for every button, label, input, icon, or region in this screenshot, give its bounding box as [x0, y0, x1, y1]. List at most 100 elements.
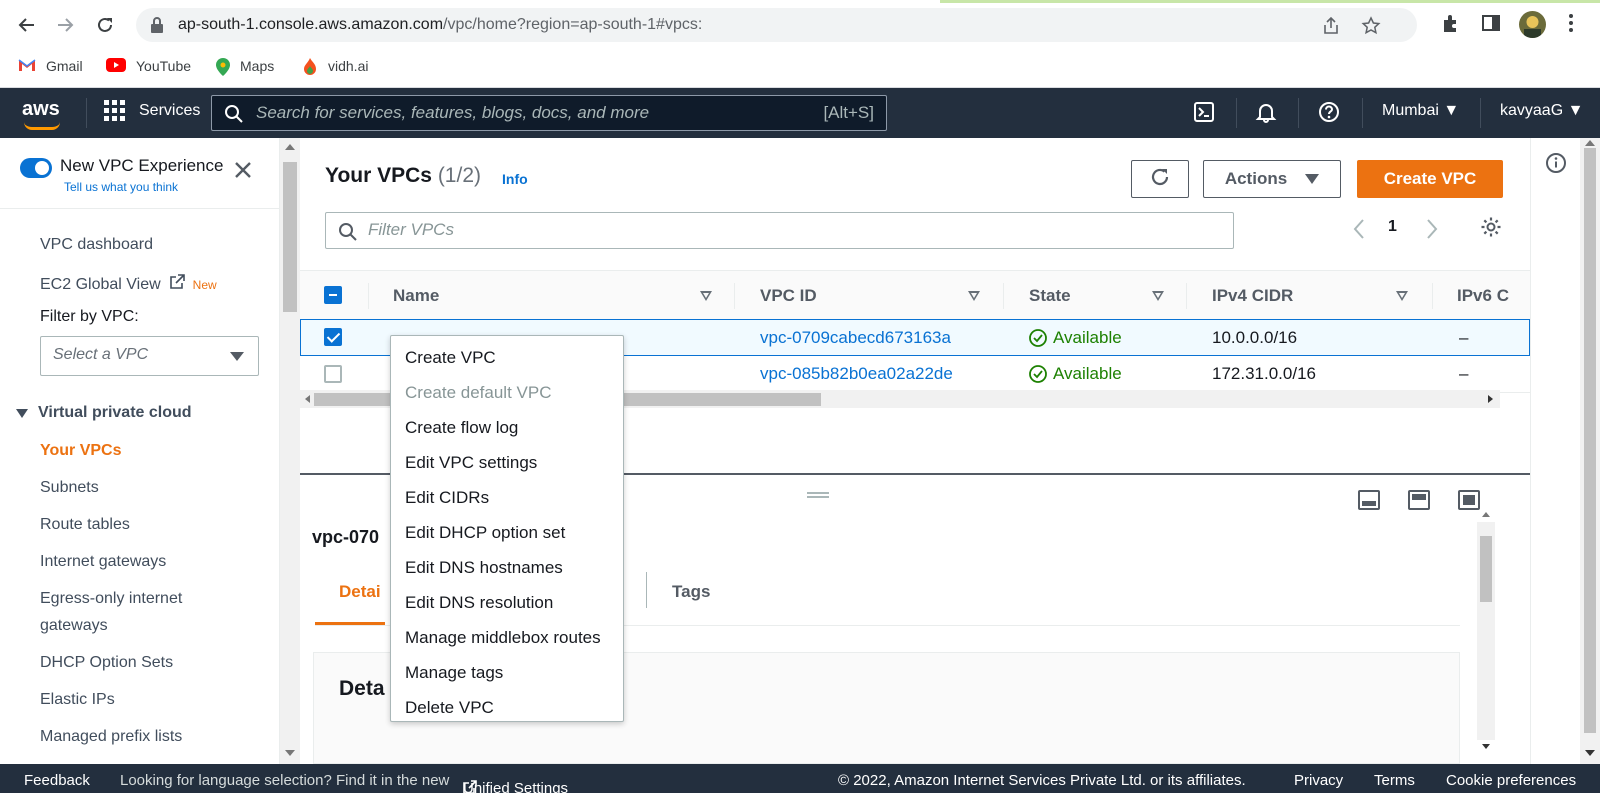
column-divider[interactable] [1432, 283, 1433, 309]
bookmark-maps[interactable]: Maps [216, 58, 274, 76]
sidebar-item-your-vpcs[interactable]: Your VPCs [40, 442, 122, 460]
column-header-name[interactable]: Name [393, 286, 439, 306]
feedback-link[interactable]: Tell us what you think [64, 180, 178, 194]
bookmark-star-icon[interactable] [1361, 16, 1381, 36]
row-checkbox[interactable] [324, 365, 342, 383]
vpc-id-link[interactable]: vpc-0709cabecd673163a [760, 328, 951, 348]
side-panel-icon[interactable] [1480, 12, 1504, 36]
close-icon[interactable] [233, 160, 253, 180]
scrollbar-thumb[interactable] [1584, 148, 1596, 733]
cookie-preferences-link[interactable]: Cookie preferences [1446, 772, 1576, 789]
menu-item-delete-vpc[interactable]: Delete VPC [391, 692, 623, 727]
refresh-button[interactable] [1131, 160, 1189, 198]
scroll-up-arrow-icon[interactable] [1585, 140, 1595, 146]
global-search[interactable]: [Alt+S] [211, 95, 887, 131]
menu-item-edit-cidrs[interactable]: Edit CIDRs [391, 482, 623, 517]
filter-vpcs-input[interactable] [368, 220, 968, 240]
column-divider[interactable] [1186, 283, 1187, 309]
menu-item-manage-middlebox-routes[interactable]: Manage middlebox routes [391, 622, 623, 657]
scroll-left-arrow-icon[interactable] [305, 395, 310, 403]
vpc-id-link[interactable]: vpc-085b82b0ea02a22de [760, 364, 953, 384]
new-vpc-experience-toggle[interactable] [20, 158, 52, 178]
sidebar-item-vpc-dashboard[interactable]: VPC dashboard [40, 236, 153, 254]
sidebar-item-ec2-global-view[interactable]: EC2 Global View New [40, 274, 217, 295]
column-header-ipv4-cidr[interactable]: IPv4 CIDR [1212, 286, 1293, 306]
sort-icon[interactable] [1396, 291, 1408, 301]
details-scrollbar[interactable] [1477, 512, 1495, 749]
scroll-down-arrow-icon[interactable] [1585, 750, 1595, 756]
scroll-down-arrow-icon[interactable] [285, 750, 295, 756]
global-search-input[interactable] [256, 102, 796, 124]
address-bar[interactable]: ap-south-1.console.aws.amazon.com/vpc/ho… [136, 8, 1417, 42]
extensions-puzzle-icon[interactable] [1440, 12, 1464, 36]
column-header-vpc-id[interactable]: VPC ID [760, 286, 817, 306]
panel-bottom-layout-icon[interactable] [1358, 490, 1380, 510]
info-link[interactable]: Info [502, 171, 528, 187]
prev-page-icon[interactable] [1352, 218, 1366, 245]
lock-icon[interactable] [150, 17, 164, 38]
sort-icon[interactable] [1152, 291, 1164, 301]
column-divider[interactable] [1003, 283, 1004, 309]
column-divider[interactable] [734, 283, 735, 309]
bookmark-vidhai[interactable]: vidh.ai [302, 58, 368, 75]
forward-arrow-icon[interactable] [52, 12, 78, 38]
sidebar-item-internet-gateways[interactable]: Internet gateways [40, 553, 166, 571]
region-selector[interactable]: Mumbai ▼ [1382, 102, 1459, 120]
page-number[interactable]: 1 [1388, 218, 1397, 236]
menu-kebab-icon[interactable] [1560, 12, 1584, 36]
sidebar-scrollbar[interactable] [280, 138, 300, 764]
row-checkbox[interactable] [324, 328, 342, 346]
scrollbar-thumb[interactable] [1480, 536, 1492, 602]
menu-item-edit-dhcp-option-set[interactable]: Edit DHCP option set [391, 517, 623, 552]
actions-button[interactable]: Actions [1203, 160, 1341, 198]
aws-logo[interactable]: aws [22, 98, 60, 130]
feedback-link[interactable]: Feedback [24, 772, 90, 789]
scrollbar-thumb[interactable] [283, 162, 297, 312]
scroll-right-arrow-icon[interactable] [1488, 395, 1493, 403]
column-header-state[interactable]: State [1029, 286, 1071, 306]
tab-details[interactable]: Detai [339, 582, 381, 602]
scroll-down-arrow-icon[interactable] [1482, 744, 1490, 749]
scroll-up-arrow-icon[interactable] [1482, 512, 1490, 517]
terms-link[interactable]: Terms [1374, 772, 1415, 789]
services-menu-button[interactable]: Services [104, 100, 200, 121]
sort-icon[interactable] [968, 291, 980, 301]
page-scrollbar[interactable] [1580, 138, 1600, 764]
select-all-checkbox[interactable] [324, 286, 342, 304]
menu-item-edit-dns-resolution[interactable]: Edit DNS resolution [391, 587, 623, 622]
info-circle-icon[interactable] [1545, 152, 1567, 179]
section-virtual-private-cloud[interactable]: Virtual private cloud [16, 404, 192, 422]
profile-avatar[interactable] [1519, 11, 1546, 38]
sort-icon[interactable] [700, 291, 712, 301]
sidebar-item-elastic-ips[interactable]: Elastic IPs [40, 691, 115, 709]
tab-tags[interactable]: Tags [672, 582, 710, 602]
menu-item-edit-dns-hostnames[interactable]: Edit DNS hostnames [391, 552, 623, 587]
url-text[interactable]: ap-south-1.console.aws.amazon.com/vpc/ho… [178, 16, 702, 34]
notifications-bell-icon[interactable] [1255, 101, 1279, 125]
column-header-ipv6-cidr[interactable]: IPv6 C [1457, 286, 1509, 306]
bookmark-gmail[interactable]: Gmail [18, 58, 83, 74]
table-settings-gear-icon[interactable] [1480, 216, 1502, 243]
sidebar-item-dhcp-option-sets[interactable]: DHCP Option Sets [40, 654, 173, 672]
sidebar-item-egress-only-gateways-line2[interactable]: gateways [40, 617, 108, 635]
panel-maximize-icon[interactable] [1458, 490, 1480, 510]
next-page-icon[interactable] [1425, 218, 1439, 245]
sidebar-item-egress-only-gateways[interactable]: Egress-only internet [40, 590, 182, 608]
bookmark-youtube[interactable]: YouTube [106, 58, 191, 74]
resize-grip-icon[interactable] [807, 492, 829, 498]
filter-vpcs[interactable] [325, 212, 1234, 249]
privacy-link[interactable]: Privacy [1294, 772, 1343, 789]
menu-item-create-flow-log[interactable]: Create flow log [391, 412, 623, 447]
scroll-up-arrow-icon[interactable] [285, 144, 295, 150]
panel-side-layout-icon[interactable] [1408, 490, 1430, 510]
reload-icon[interactable] [92, 12, 118, 38]
menu-item-edit-vpc-settings[interactable]: Edit VPC settings [391, 447, 623, 482]
sidebar-item-route-tables[interactable]: Route tables [40, 516, 130, 534]
help-icon[interactable] [1318, 101, 1342, 125]
back-arrow-icon[interactable] [14, 12, 40, 38]
cloudshell-icon[interactable] [1193, 101, 1217, 125]
menu-item-manage-tags[interactable]: Manage tags [391, 657, 623, 692]
share-icon[interactable] [1321, 16, 1341, 36]
account-menu[interactable]: kavyaaG ▼ [1500, 102, 1583, 120]
vpc-filter-select[interactable]: Select a VPC [40, 336, 259, 376]
